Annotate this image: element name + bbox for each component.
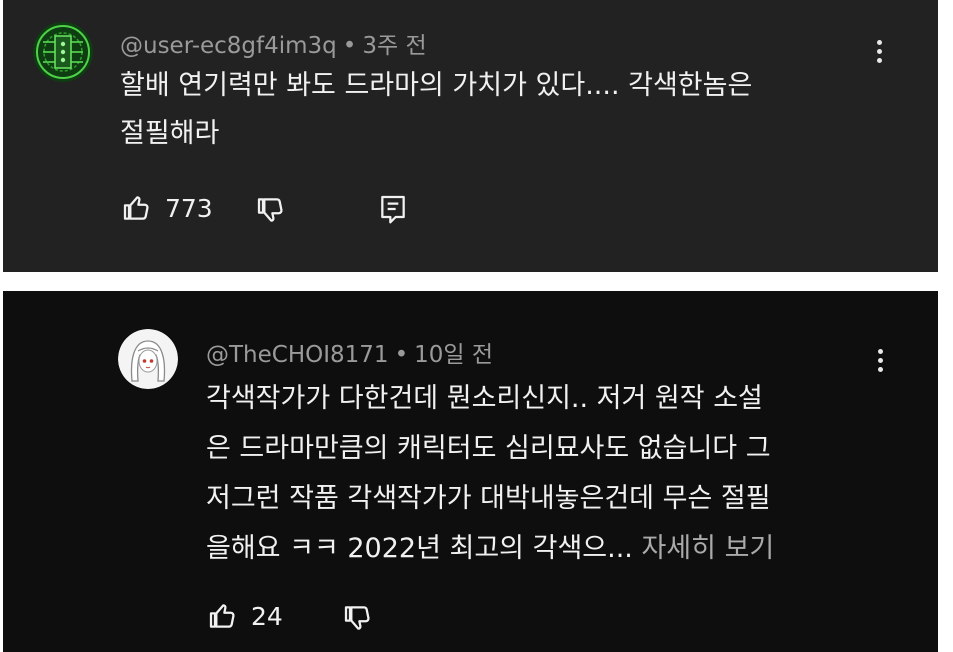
dislike-button[interactable] bbox=[342, 602, 374, 634]
reply-text-line: 저그런 작품 각색작가가 대박내놓은건데 무슨 절필 bbox=[206, 483, 771, 514]
thumbs-up-icon bbox=[209, 604, 235, 628]
dot-icon bbox=[876, 58, 882, 63]
avatar[interactable] bbox=[33, 22, 93, 82]
more-options-button[interactable] bbox=[875, 349, 885, 379]
dislike-button[interactable] bbox=[255, 194, 287, 226]
reply-text-truncated: 을해요 ㅋㅋ 2022년 최고의 각색으... bbox=[206, 533, 633, 564]
dot-icon bbox=[877, 349, 883, 354]
comment-meta: @user-ec8gf4im3q • 3주 전 bbox=[120, 26, 427, 60]
like-button[interactable]: 773 bbox=[121, 192, 213, 224]
like-button[interactable]: 24 bbox=[207, 600, 283, 632]
reply-button[interactable] bbox=[378, 193, 408, 225]
read-more-link[interactable]: 자세히 보기 bbox=[641, 533, 774, 564]
comment-text-line: 할배 연기력만 봐도 드라마의 가치가 있다.... 각색한놈은 bbox=[120, 70, 753, 101]
like-count: 24 bbox=[251, 601, 283, 631]
reply-text: 각색작가가 다한건데 뭔소리신지.. 저거 원작 소설 은 드라마만큼의 캐릭터… bbox=[206, 374, 774, 574]
dot-icon bbox=[877, 358, 883, 363]
author-name[interactable]: @user-ec8gf4im3q bbox=[120, 33, 337, 59]
separator-dot: • bbox=[342, 33, 357, 59]
separator-dot: • bbox=[394, 342, 409, 368]
reply-text-line: 을해요 ㅋㅋ 2022년 최고의 각색으... 자세히 보기 bbox=[206, 524, 774, 574]
green-circuit-avatar-icon bbox=[33, 22, 93, 82]
reply-text-line: 은 드라마만큼의 캐릭터도 심리묘사도 없습니다 그 bbox=[206, 433, 771, 464]
author-name[interactable]: @TheCHOI8171 bbox=[206, 342, 389, 368]
dot-icon bbox=[877, 367, 883, 372]
comment-text-line: 절필해라 bbox=[120, 118, 220, 149]
reply-meta: @TheCHOI8171 • 10일 전 bbox=[206, 335, 493, 369]
thumbs-down-icon bbox=[344, 606, 370, 630]
avatar[interactable] bbox=[118, 329, 178, 389]
timestamp[interactable]: 10일 전 bbox=[414, 342, 493, 368]
reply-text-line: 각색작가가 다한건데 뭔소리신지.. 저거 원작 소설 bbox=[206, 383, 763, 414]
thumbs-down-icon bbox=[257, 198, 283, 222]
timestamp[interactable]: 3주 전 bbox=[362, 33, 426, 59]
comment-card: @user-ec8gf4im3q • 3주 전 할배 연기력만 봐도 드라마의 가치… bbox=[3, 0, 938, 272]
anime-girl-avatar-icon bbox=[118, 329, 178, 389]
reply-comment-icon bbox=[381, 195, 405, 224]
reply-card: @TheCHOI8171 • 10일 전 각색작가가 다한건데 뭔소리신지.. 저거… bbox=[3, 291, 938, 652]
thumbs-up-icon bbox=[123, 196, 149, 220]
like-count: 773 bbox=[165, 193, 213, 223]
comment-text: 할배 연기력만 봐도 드라마의 가치가 있다.... 각색한놈은 절필해라 bbox=[120, 62, 752, 158]
more-options-button[interactable] bbox=[874, 40, 884, 70]
dot-icon bbox=[876, 49, 882, 54]
dot-icon bbox=[876, 40, 882, 45]
